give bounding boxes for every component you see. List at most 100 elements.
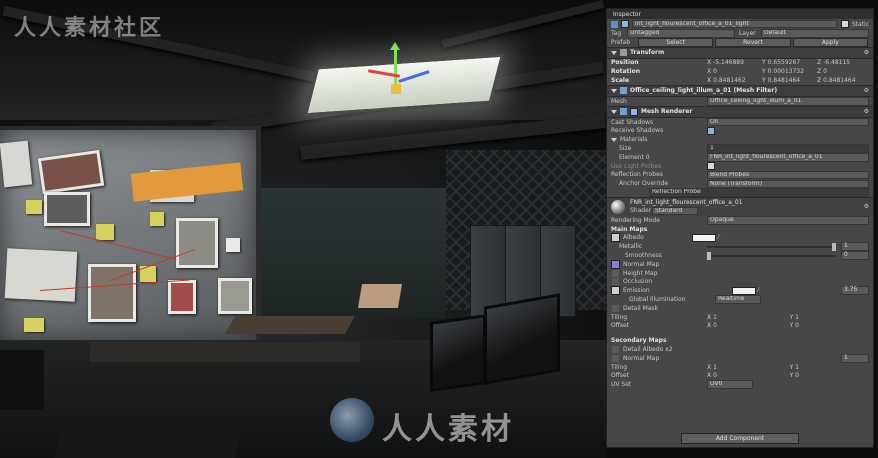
tiling-y[interactable]: 1 [795,314,799,321]
element-field[interactable]: FNR_int_light_flourescent_office_a_01 [707,153,869,162]
scale-label: Scale [611,77,630,85]
metallic-row: Metallic 1 [607,242,873,251]
global-illumination-dropdown[interactable]: Realtime [715,295,761,304]
expand-arrow-icon[interactable] [611,109,617,114]
element-row: Element 0 FNR_int_light_flourescent_offi… [607,153,873,162]
position-x[interactable]: -5.146889 [713,59,744,66]
shader-dropdown[interactable]: Standard [652,206,698,216]
normal-map-texture-slot[interactable] [611,259,620,269]
offset2-x[interactable]: 0 [713,372,717,379]
position-y[interactable]: 0.6559267 [768,59,800,66]
offset-label: Offset [611,322,630,330]
tiling-x[interactable]: 1 [713,314,717,321]
gear-icon[interactable]: ⚙ [864,203,869,210]
prefab-select-button[interactable]: Select [638,37,714,47]
prefab-revert-button[interactable]: Revert [715,37,791,47]
detail-normal-row: Normal Map 1 [607,353,873,363]
materials-row[interactable]: Materials [607,135,873,144]
occlusion-label: Occlusion [623,278,653,286]
normal-map-row: Normal Map [607,259,873,269]
rendering-mode-dropdown[interactable]: Opaque [707,216,869,225]
albedo-texture-slot[interactable] [611,233,620,243]
size-field[interactable]: 1 [707,144,869,153]
metallic-value[interactable]: 1 [841,242,869,251]
albedo-color-swatch[interactable] [691,233,716,242]
gear-icon[interactable]: ⚙ [864,49,869,56]
position-z[interactable]: -6.48115 [823,59,850,66]
prefab-label: Prefab [611,38,631,46]
emission-color-swatch[interactable] [731,286,756,295]
layer-dropdown[interactable]: Default [761,29,869,38]
tiling2-x[interactable]: 1 [713,364,717,371]
smoothness-value[interactable]: 0 [841,251,869,260]
mesh-filter-header[interactable]: Office_ceiling_light_illum_a_01 (Mesh Fi… [607,84,873,97]
reflection-probes-dropdown[interactable]: Blend Probes [707,170,869,180]
eyedropper-icon[interactable]: ⁄ [718,234,719,241]
scale-x[interactable]: 0.8481462 [713,77,745,84]
smoothness-slider[interactable] [707,251,835,260]
sticky-note [24,318,44,332]
emission-intensity[interactable]: 3.75 [841,286,869,295]
scale-z[interactable]: 0.8481464 [823,77,855,84]
anchor-override-row: Anchor Override None (Transform) [607,179,873,188]
rotation-y[interactable]: 0.00013732 [768,68,804,75]
detail-mask-label: Detail Mask [623,304,659,312]
material-header[interactable]: FNR_int_light_flourescent_office_a_01 Sh… [607,196,873,216]
rotation-z[interactable]: 0 [823,68,827,75]
detail-albedo-texture-slot[interactable] [611,345,620,355]
sticky-note [150,212,164,226]
detail-normal-label: Normal Map [623,354,660,362]
receive-shadows-checkbox[interactable] [707,126,715,135]
expand-arrow-icon[interactable] [611,137,617,142]
suspect-photo [176,218,218,268]
eyedropper-icon[interactable]: ⁄ [758,287,841,294]
scene-viewport[interactable]: 人人素材社区 人人素材 [0,0,606,458]
active-checkbox[interactable] [621,20,629,28]
gear-icon[interactable]: ⚙ [864,108,869,115]
transform-header[interactable]: Transform ⚙ [607,46,873,59]
emission-row: Emission ⁄ 3.75 [607,286,873,296]
albedo-row: Albedo ⁄ [607,233,873,243]
tiling2-y[interactable]: 1 [795,364,799,371]
gameobject-name-field[interactable]: int_light_flourescent_office_a_01_light [632,19,837,29]
sticky-note [226,238,240,252]
gizmo-center-handle[interactable] [391,84,401,94]
inspector-tab[interactable]: Inspector [607,9,873,19]
transform-icon [620,49,627,57]
static-checkbox[interactable] [840,20,849,28]
detail-mask-texture-slot[interactable] [611,303,620,313]
pinned-photo [168,280,196,314]
mesh-renderer-header[interactable]: Mesh Renderer ⚙ [607,105,873,118]
transform-title: Transform [630,49,665,57]
offset2-y[interactable]: 0 [795,372,799,379]
mesh-label: Mesh [611,97,627,105]
occlusion-texture-slot[interactable] [611,277,620,287]
offset-x[interactable]: 0 [713,322,717,329]
mesh-field[interactable]: Office_ceiling_light_illum_a_01 [707,97,869,106]
metallic-slider[interactable] [707,242,837,251]
emission-label: Emission [623,287,650,295]
metallic-label: Metallic [619,243,643,251]
anchor-override-field[interactable]: None (Transform) [707,179,869,188]
desk-partition [54,410,246,458]
height-map-texture-slot[interactable] [611,268,620,278]
cast-shadows-dropdown[interactable]: On [707,117,869,127]
offset-y[interactable]: 0 [795,322,799,329]
uv-set-dropdown[interactable]: UV0 [707,380,753,389]
expand-arrow-icon[interactable] [611,50,617,55]
mesh-renderer-enabled-checkbox[interactable] [630,107,638,116]
tag-dropdown[interactable]: Untagged [627,29,735,38]
emission-texture-slot[interactable] [611,286,620,296]
scale-row: Scale X 0.8481462 Y 0.8481464 Z 0.8481464 [611,77,856,85]
height-map-row: Height Map [607,268,873,278]
detail-normal-scale[interactable]: 1 [841,354,869,363]
detail-normal-texture-slot[interactable] [611,353,620,363]
light-probes-checkbox[interactable] [707,162,715,171]
prefab-apply-button[interactable]: Apply [792,37,868,47]
gear-icon[interactable]: ⚙ [864,87,869,94]
rotation-x[interactable]: 0 [713,68,717,75]
add-component-button[interactable]: Add Component [681,433,799,444]
scale-y[interactable]: 0.8481464 [768,77,800,84]
expand-arrow-icon[interactable] [611,88,617,93]
light-probes-row: Use Light Probes [607,162,873,171]
